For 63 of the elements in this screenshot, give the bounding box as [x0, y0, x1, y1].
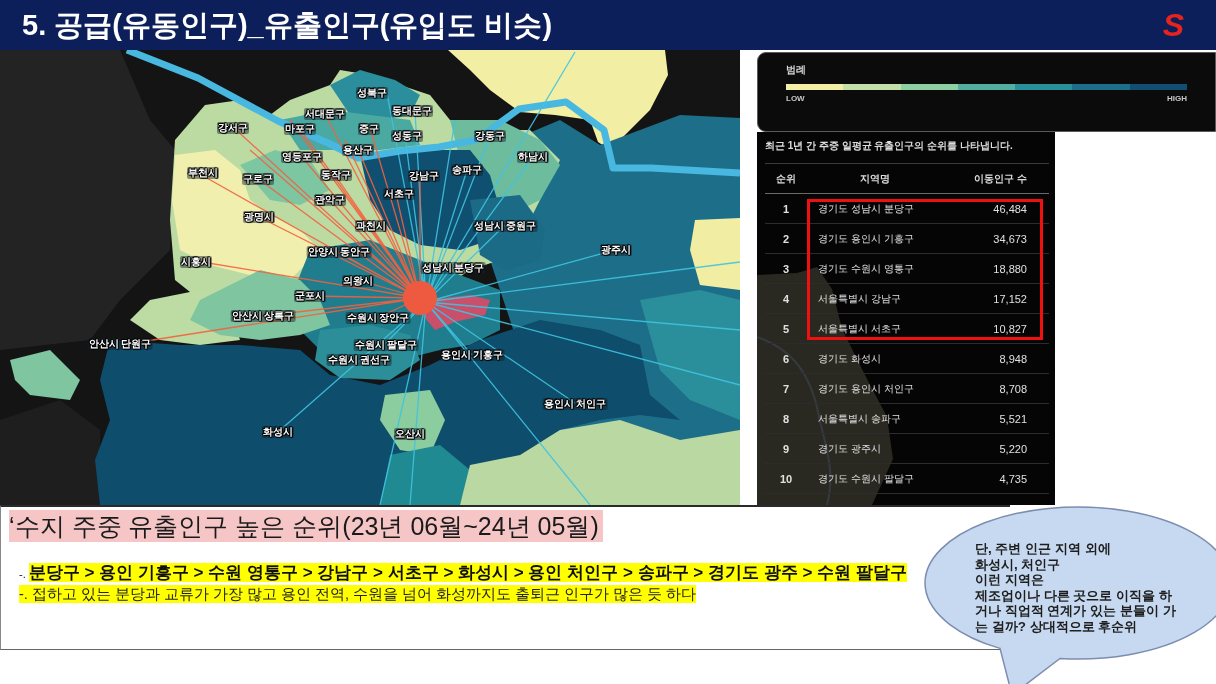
rank-cell-text: 9	[781, 442, 791, 455]
region-label: 수원시 권선구	[326, 354, 392, 366]
region-label: 용인시 처인구	[542, 398, 608, 410]
rank-cell-text: 4	[781, 292, 791, 305]
region-label: 성남시 중원구	[472, 220, 538, 232]
region-cell-text: 경기도 광주시	[817, 441, 882, 456]
legend-title: 범례	[786, 64, 806, 76]
region-cell-text: 경기도 수원시 영통구	[817, 261, 915, 276]
ranking-text: -. 분당구 > 용인 기흥구 > 수원 영통구 > 강남구 > 서초구 > 화성시 > 용인 처인구 > 송파구 > 경기도 광주 > 수원 팔달구	[19, 562, 907, 584]
table-caption: 최근 1년 간 주중 일평균 유출인구의 순위를 나타냅니다.	[765, 139, 1014, 153]
region-label: 서초구	[383, 188, 415, 200]
region-label: 강동구	[474, 130, 506, 142]
region-label: 안산시 단원구	[87, 338, 153, 350]
count-cell-text: 17,152	[992, 292, 1028, 305]
region-label: 성남시 분당구	[420, 262, 486, 274]
column-header: 지역명	[859, 171, 891, 186]
region-label: 송파구	[451, 164, 483, 176]
region-label: 강서구	[217, 122, 249, 134]
region-cell-text: 서울특별시 서초구	[817, 321, 902, 336]
region-label: 성북구	[356, 87, 388, 99]
rank-cell-text: 5	[781, 322, 791, 335]
region-label: 수원시 장안구	[345, 312, 411, 324]
column-header: 순위	[775, 171, 797, 186]
rank-cell-text: 2	[781, 232, 791, 245]
rank-cell-text: 3	[781, 262, 791, 275]
legend-high-label: HIGH	[1167, 94, 1187, 104]
region-label: 서대문구	[304, 108, 346, 120]
count-cell-text: 34,673	[992, 232, 1028, 245]
count-cell-text: 46,484	[992, 202, 1028, 215]
region-label: 강남구	[408, 170, 440, 182]
region-cell-text: 서울특별시 강남구	[817, 291, 902, 306]
region-label: 성동구	[391, 130, 423, 142]
region-cell-text: 경기도 성남시 분당구	[817, 201, 915, 216]
region-label: 관악구	[314, 194, 346, 206]
region-label: 안양시 동안구	[306, 246, 372, 258]
count-cell-text: 5,220	[998, 442, 1028, 455]
legend-low-label: LOW	[786, 94, 805, 104]
brand-logo: S	[1162, 9, 1184, 41]
rank-cell-text: 10	[778, 472, 794, 485]
bubble-text: 단, 주변 인근 지역 외에 화성시, 처인구 이런 지역은 제조업이나 다른 곳으로 이직을 하 거나 직업적 연계가 있는 분들이 가 는 걸까? 상대적으로 후순위	[975, 541, 1177, 634]
rank-cell-text: 7	[781, 382, 791, 395]
region-label: 용산구	[342, 144, 374, 156]
column-header: 이동인구 수	[973, 171, 1028, 186]
rank-cell-text: 1	[781, 202, 791, 215]
count-cell-text: 18,880	[992, 262, 1028, 275]
rank-cell-text: 8	[781, 412, 791, 425]
count-cell-text: 4,735	[998, 472, 1028, 485]
count-cell-text: 8,708	[998, 382, 1028, 395]
region-cell-text: 서울특별시 송파구	[817, 411, 902, 426]
region-cell-text: 경기도 용인시 기흥구	[817, 231, 915, 246]
count-cell-text: 5,521	[998, 412, 1028, 425]
region-cell-text: 경기도 화성시	[817, 351, 882, 366]
region-cell-text: 경기도 용인시 처인구	[817, 381, 915, 396]
region-label: 수원시 팔달구	[353, 339, 419, 351]
slide-title: 5. 공급(유동인구)_유출인구(유입도 비슷)	[22, 8, 553, 43]
note-text: -. 접하고 있는 분당과 교류가 가장 많고 용인 전역, 수원을 넘어 화성까지도 출퇴근 인구가 많은 듯 하다	[19, 585, 697, 603]
summary-title: ‘수지 주중 유출인구 높은 순위(23년 06월~24년 05월)	[9, 510, 603, 542]
region-label: 안산시 상록구	[230, 310, 296, 322]
region-cell-text: 경기도 수원시 팔달구	[817, 471, 915, 486]
region-label: 용인시 기흥구	[439, 349, 505, 361]
rank-cell-text: 6	[781, 352, 791, 365]
count-cell-text: 10,827	[992, 322, 1028, 335]
count-cell-text: 8,948	[998, 352, 1028, 365]
